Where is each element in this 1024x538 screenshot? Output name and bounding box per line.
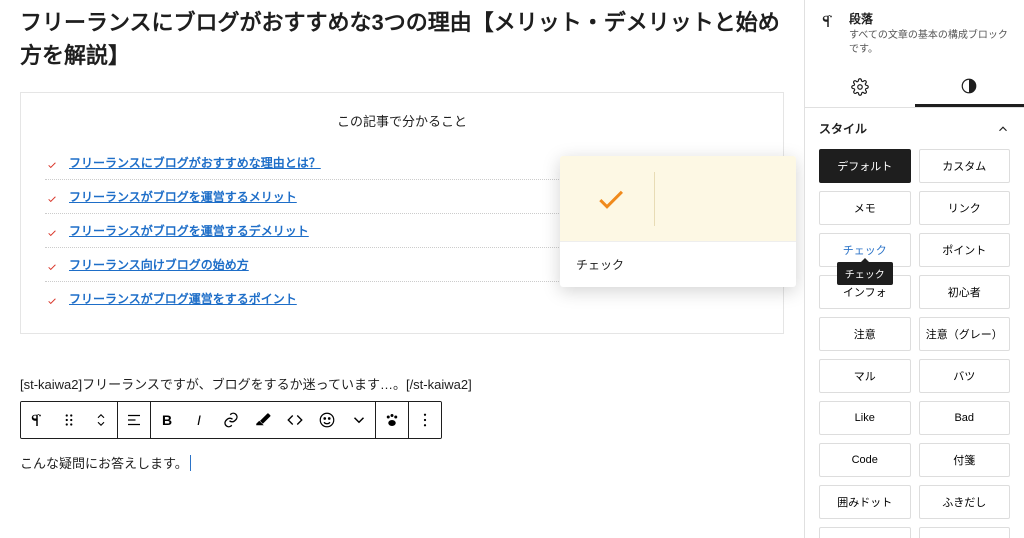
highlight-icon[interactable] [247, 402, 279, 438]
block-description: すべての文章の基本の構成ブロックです。 [849, 29, 1010, 57]
page-title[interactable]: フリーランスにブログがおすすめな3つの理由【メリット・デメリットと始め方を解説】 [20, 6, 784, 72]
style-option[interactable]: マル [819, 359, 911, 393]
check-icon [45, 294, 59, 304]
style-option[interactable]: 注意（グレー） [919, 317, 1011, 351]
style-option[interactable]: ポイント [919, 233, 1011, 267]
section-title: スタイル [819, 120, 867, 137]
toc-link[interactable]: フリーランスがブログを運営するデメリット [69, 222, 309, 239]
bold-icon[interactable]: B [151, 402, 183, 438]
chevron-up-icon [996, 122, 1010, 136]
block-toolbar: B I [20, 401, 442, 439]
block-info: 段落 すべての文章の基本の構成ブロックです。 [805, 0, 1024, 67]
style-option[interactable]: デフォルト [819, 149, 911, 183]
style-option[interactable]: Bad [919, 401, 1011, 435]
style-option[interactable]: まるもじ [819, 527, 911, 538]
more-icon[interactable] [409, 402, 441, 438]
toc-link[interactable]: フリーランスがブログ運営をするポイント [69, 290, 297, 307]
style-option[interactable]: バツ [919, 359, 1011, 393]
drag-icon[interactable] [53, 402, 85, 438]
toc-link[interactable]: フリーランス向けブログの始め方 [69, 256, 249, 273]
style-option[interactable]: リンク [919, 191, 1011, 225]
style-grid: デフォルトカスタムメモリンクチェックチェックポイントインフォ初心者注意注意（グレ… [819, 149, 1010, 538]
smiley-icon[interactable] [311, 402, 343, 438]
tab-settings[interactable] [805, 67, 915, 107]
link-icon[interactable] [215, 402, 247, 438]
style-option[interactable]: Code [819, 443, 911, 477]
editor-main: フリーランスにブログがおすすめな3つの理由【メリット・デメリットと始め方を解説】… [0, 0, 804, 538]
toc-link[interactable]: フリーランスにブログがおすすめな理由とは？ [69, 154, 321, 171]
style-option[interactable]: チェックチェック [819, 233, 911, 267]
toc-heading: この記事で分かること [45, 111, 759, 130]
tab-styles[interactable] [915, 67, 1024, 107]
contrast-icon [960, 77, 978, 95]
toc-link[interactable]: フリーランスがブログを運営するメリット [69, 188, 297, 205]
gear-icon [851, 78, 869, 96]
chevron-down-icon[interactable] [343, 402, 375, 438]
italic-icon[interactable]: I [183, 402, 215, 438]
code-icon[interactable] [279, 402, 311, 438]
style-preview-popover: チェック [560, 156, 796, 287]
check-icon [45, 192, 59, 202]
style-preview-area [560, 156, 796, 242]
style-option[interactable]: Like [819, 401, 911, 435]
pilcrow-icon [819, 12, 839, 33]
style-preview-label: チェック [560, 242, 796, 287]
move-icon[interactable] [85, 402, 117, 438]
paragraph-text: こんな疑問にお答えします。 [20, 453, 188, 472]
style-option[interactable]: 初心者 [919, 275, 1011, 309]
check-icon [45, 226, 59, 236]
style-option[interactable]: ふきだし [919, 485, 1011, 519]
style-option[interactable]: 囲みドット [819, 485, 911, 519]
style-option[interactable]: メモ [819, 191, 911, 225]
pilcrow-icon[interactable] [21, 402, 53, 438]
check-icon [590, 183, 632, 215]
check-icon [45, 158, 59, 168]
block-name: 段落 [849, 10, 1010, 27]
check-icon [45, 260, 59, 270]
align-icon[interactable] [118, 402, 150, 438]
settings-sidebar: 段落 すべての文章の基本の構成ブロックです。 スタイル デフォルトカスタムメモリ… [804, 0, 1024, 538]
style-option[interactable]: 簡易ボタン [919, 527, 1011, 538]
paragraph-block-1[interactable]: [st-kaiwa2]フリーランスですが、ブログをするか迷っています…。[/st… [20, 374, 784, 393]
tooltip: チェック [837, 262, 893, 285]
style-option[interactable]: カスタム [919, 149, 1011, 183]
paw-icon[interactable] [376, 402, 408, 438]
text-caret [190, 455, 191, 471]
style-option[interactable]: 付箋 [919, 443, 1011, 477]
paragraph-block-2[interactable]: こんな疑問にお答えします。 [20, 453, 784, 472]
style-option[interactable]: 注意 [819, 317, 911, 351]
style-section-toggle[interactable]: スタイル [819, 120, 1010, 137]
sidebar-tabs [805, 67, 1024, 108]
